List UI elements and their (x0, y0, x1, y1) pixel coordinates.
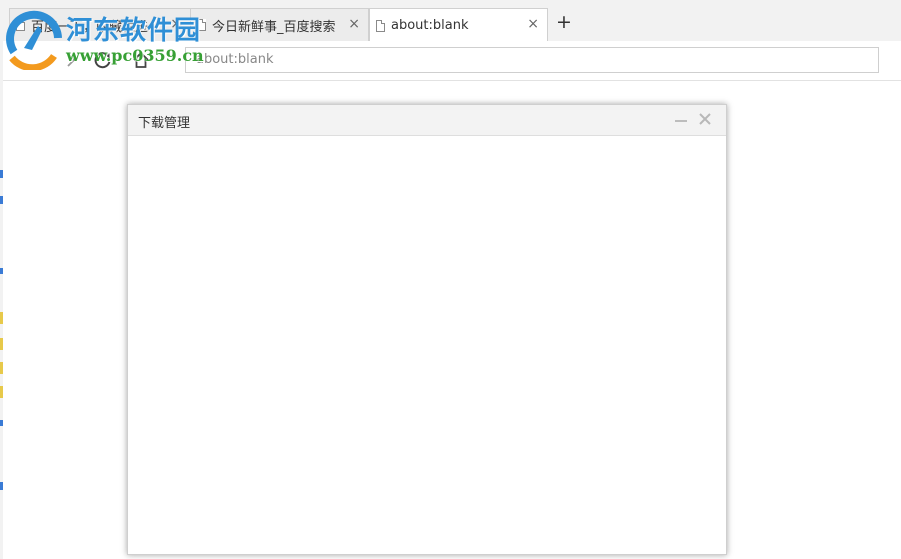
tab-label: 今日新鲜事_百度搜索 (212, 19, 336, 35)
minimize-icon[interactable] (675, 120, 687, 122)
desktop-edge (0, 0, 3, 559)
home-icon[interactable] (131, 50, 151, 70)
tab-baidu-home[interactable]: 百度一下，收藏栏进 × (9, 8, 191, 41)
close-icon[interactable]: × (170, 16, 182, 32)
tab-baidu-search[interactable]: 今日新鲜事_百度搜索 × (190, 8, 369, 41)
download-list (128, 136, 726, 554)
tab-label: 百度一下，收藏栏进 (31, 19, 149, 35)
page-icon (197, 19, 206, 31)
page-icon (376, 19, 385, 32)
download-manager-dialog: 下载管理 (127, 104, 727, 555)
close-icon[interactable]: × (348, 16, 360, 32)
toolbar: about:blank (3, 41, 901, 81)
close-icon[interactable] (698, 112, 712, 126)
new-tab-button[interactable]: + (556, 12, 572, 32)
tab-bar: 百度一下，收藏栏进 × 今日新鲜事_百度搜索 × about:blank × + (3, 0, 901, 42)
tab-label: about:blank (391, 18, 469, 33)
tab-about-blank[interactable]: about:blank × (369, 8, 548, 42)
dialog-header[interactable]: 下载管理 (128, 105, 726, 136)
forward-arrow-icon[interactable] (61, 50, 81, 70)
address-bar[interactable]: about:blank (185, 47, 879, 73)
page-icon (16, 19, 25, 31)
reload-icon[interactable] (93, 50, 113, 70)
dialog-title: 下载管理 (138, 116, 191, 131)
close-icon[interactable]: × (527, 16, 539, 32)
